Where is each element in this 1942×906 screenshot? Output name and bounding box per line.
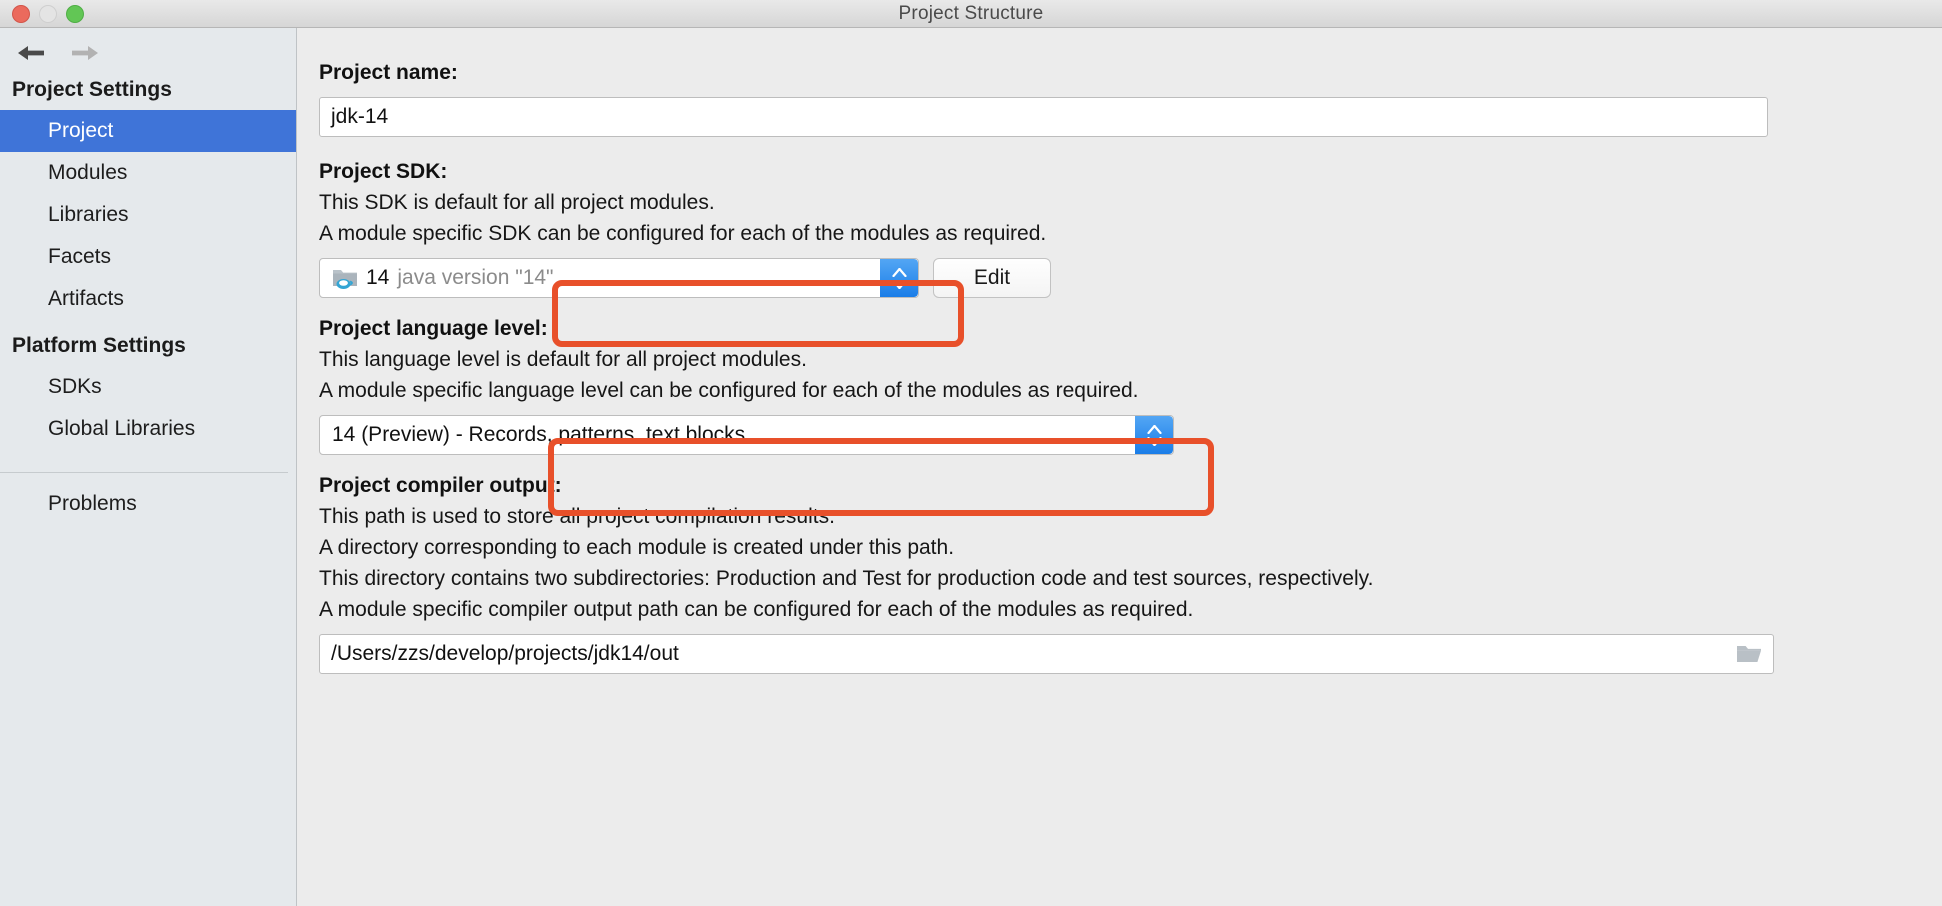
project-structure-window: Project Structure Project Settings Proje…	[0, 0, 1942, 906]
project-compiler-output-label: Project compiler output:	[319, 474, 562, 497]
close-button[interactable]	[12, 4, 30, 23]
sidebar-divider	[0, 472, 288, 473]
sidebar-item-problems[interactable]: Problems	[0, 483, 296, 525]
project-sdk-version: 14	[366, 266, 390, 289]
sidebar-item-artifacts[interactable]: Artifacts	[0, 278, 296, 320]
project-sdk-detail: java version "14"	[397, 266, 554, 289]
content-pane: Project name: jdk-14 Project SDK: This S…	[297, 28, 1942, 906]
language-level-description-line-2: A module specific language level can be …	[319, 379, 1139, 402]
compiler-output-path-value: /Users/zzs/develop/projects/jdk14/out	[331, 642, 679, 665]
compiler-output-path-input[interactable]: /Users/zzs/develop/projects/jdk14/out	[319, 634, 1774, 674]
compiler-output-description-line-4: A module specific compiler output path c…	[319, 598, 1194, 621]
project-sdk-label: Project SDK:	[319, 160, 448, 183]
language-level-combobox[interactable]: 14 (Preview) - Records, patterns, text b…	[319, 415, 1174, 455]
forward-arrow-icon[interactable]	[68, 40, 102, 66]
project-sdk-description-line-1: This SDK is default for all project modu…	[319, 191, 715, 214]
title-bar: Project Structure	[0, 0, 1942, 28]
sidebar-item-facets[interactable]: Facets	[0, 236, 296, 278]
project-sdk-row: 14 java version "14" Edit	[319, 258, 1916, 298]
sidebar-item-project[interactable]: Project	[0, 110, 296, 152]
sidebar-item-modules[interactable]: Modules	[0, 152, 296, 194]
language-level-row: 14 (Preview) - Records, patterns, text b…	[319, 415, 1916, 455]
project-name-label: Project name:	[319, 61, 458, 84]
edit-sdk-button[interactable]: Edit	[933, 258, 1051, 298]
traffic-light-group	[0, 4, 84, 23]
project-language-level-label: Project language level:	[319, 317, 548, 340]
folder-icon[interactable]	[1735, 643, 1763, 665]
project-sdk-combobox[interactable]: 14 java version "14"	[319, 258, 919, 298]
language-level-stepper[interactable]	[1135, 416, 1173, 454]
compiler-output-description-line-1: This path is used to store all project c…	[319, 505, 835, 528]
compiler-output-description-line-2: A directory corresponding to each module…	[319, 536, 955, 559]
sidebar: Project Settings Project Modules Librari…	[0, 28, 297, 906]
sidebar-group-title-project-settings: Project Settings	[12, 78, 172, 101]
sidebar-group-title-platform-settings: Platform Settings	[12, 334, 186, 357]
window-body: Project Settings Project Modules Librari…	[0, 28, 1942, 906]
back-arrow-icon[interactable]	[14, 40, 48, 66]
jdk-folder-icon	[332, 266, 358, 290]
project-sdk-combobox-value: 14 java version "14"	[320, 266, 880, 290]
sidebar-item-libraries[interactable]: Libraries	[0, 194, 296, 236]
compiler-output-description-line-3: This directory contains two subdirectori…	[319, 567, 1374, 590]
project-sdk-stepper[interactable]	[880, 259, 918, 297]
content-inner: Project name: jdk-14 Project SDK: This S…	[297, 58, 1942, 674]
maximize-button[interactable]	[66, 4, 84, 23]
sidebar-navigation-bar	[0, 28, 296, 72]
window-title: Project Structure	[898, 2, 1044, 24]
language-level-description-line-1: This language level is default for all p…	[319, 348, 807, 371]
language-level-combobox-value: 14 (Preview) - Records, patterns, text b…	[332, 423, 746, 446]
project-name-input[interactable]: jdk-14	[319, 97, 1768, 137]
sidebar-item-global-libraries[interactable]: Global Libraries	[0, 408, 296, 450]
minimize-button[interactable]	[39, 4, 57, 23]
project-sdk-description-line-2: A module specific SDK can be configured …	[319, 222, 1047, 245]
sidebar-item-sdks[interactable]: SDKs	[0, 366, 296, 408]
